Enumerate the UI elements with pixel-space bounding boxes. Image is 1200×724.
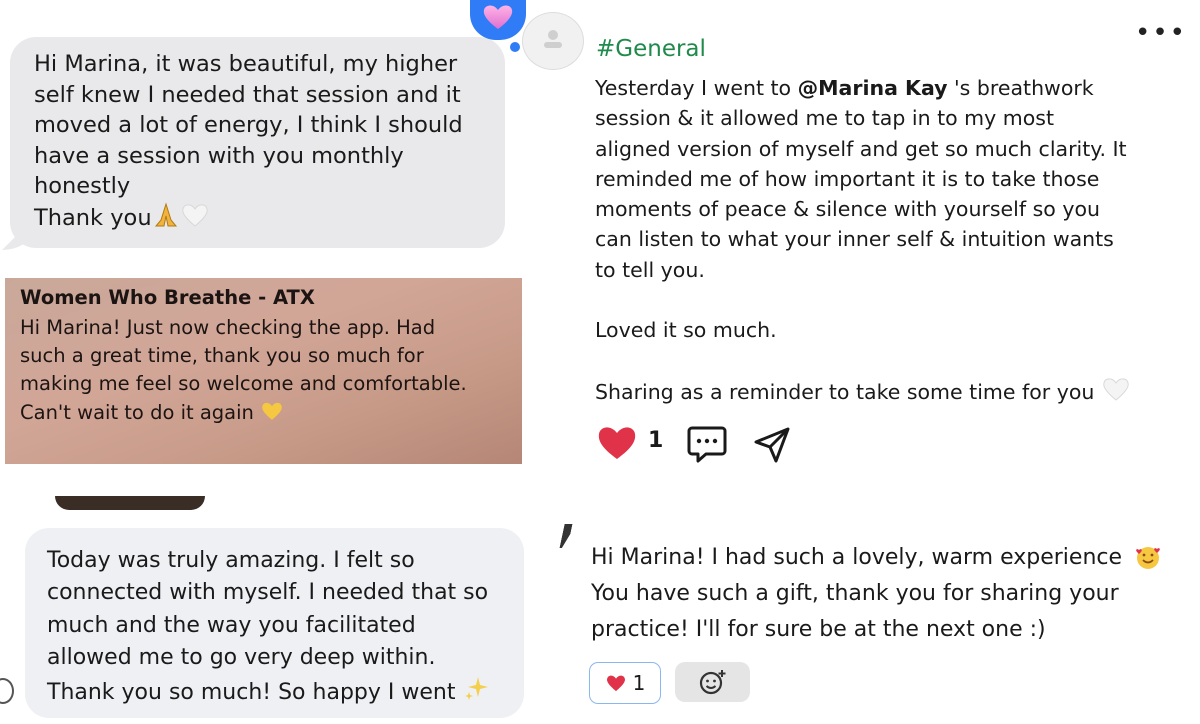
reaction-pill[interactable]: 1 [589,662,661,704]
post-body: Yesterday I went to @Marina Kay 's breat… [595,73,1195,410]
heart-icon [483,5,513,29]
cropped-image-edge [55,496,205,510]
sparkles-icon [462,674,490,712]
white-heart-icon [180,202,210,237]
white-heart-icon [1101,376,1131,410]
tapback-reaction[interactable] [470,0,526,40]
like-heart-icon[interactable] [596,424,638,462]
message-bubble-3-text: Today was truly amazing. I felt so conne… [47,545,517,712]
notification-title: Women Who Breathe - ATX [20,286,315,309]
notification-body: Hi Marina! Just now checking the app. Ha… [20,314,515,430]
quote-mark [559,524,572,548]
message-4-text: Hi Marina! I had such a lovely, warm exp… [591,540,1191,648]
heart-icon [606,675,625,692]
add-emoji-icon [699,670,725,695]
avatar[interactable] [522,12,584,70]
message-bubble-1-text: Hi Marina, it was beautiful, my higher s… [34,49,494,237]
comment-icon[interactable] [686,424,728,464]
send-icon[interactable] [752,425,792,465]
smiling-face-with-hearts-icon [1135,545,1161,583]
tapback-tail [510,42,520,52]
more-options-button[interactable]: ••• [1135,18,1187,48]
user-mention[interactable]: @Marina Kay [798,76,948,100]
yellow-heart-icon [260,400,284,430]
user-icon [544,30,562,48]
avatar-edge [0,678,14,704]
praying-hands-icon [152,202,180,237]
reaction-count: 1 [632,671,646,695]
add-reaction-button[interactable] [675,662,750,702]
like-count: 1 [648,428,664,453]
channel-tag[interactable]: #General [596,36,706,62]
